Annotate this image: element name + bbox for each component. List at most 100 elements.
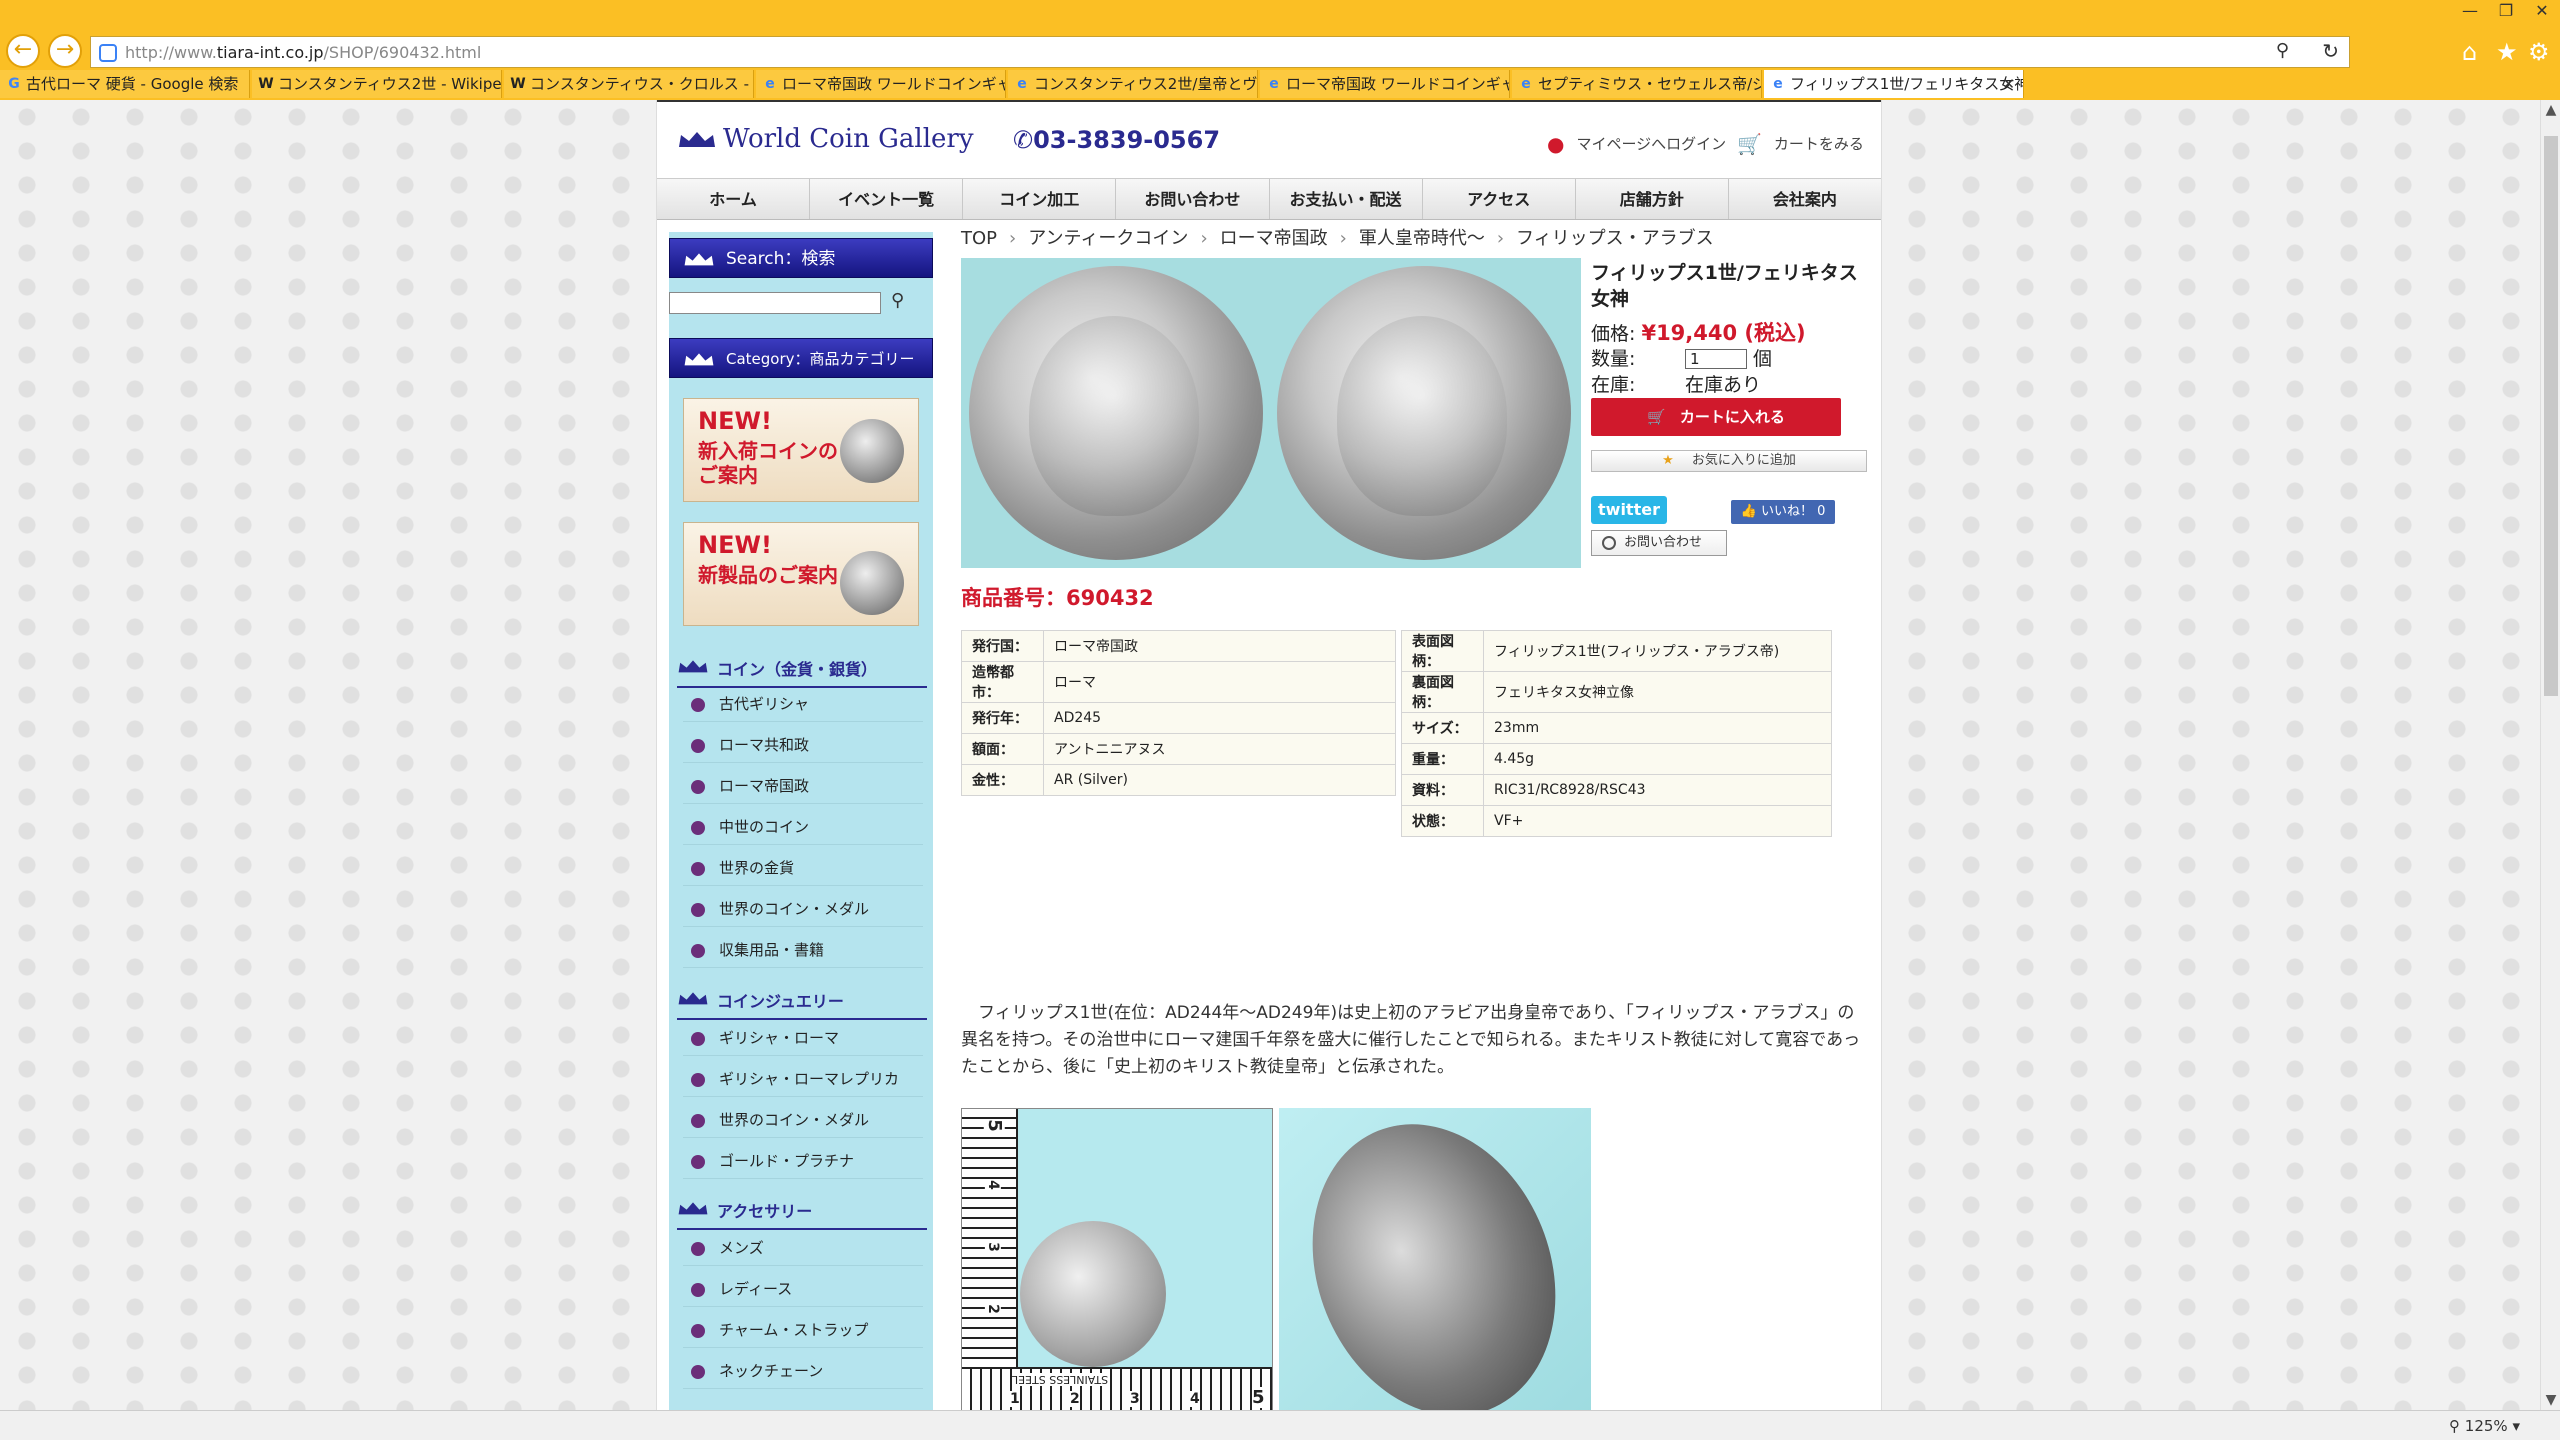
scroll-up-icon[interactable]: ▲ bbox=[2541, 102, 2560, 118]
wikipedia-icon: W bbox=[510, 76, 526, 92]
ruler-label: 3 bbox=[984, 1242, 1001, 1252]
category-coins-heading[interactable]: コイン（金貨・銀貨） bbox=[677, 656, 927, 688]
close-tab-icon[interactable]: ✕ bbox=[2002, 70, 2015, 98]
new-coins-banner[interactable]: NEW! 新入荷コインの ご案内 bbox=[683, 398, 919, 502]
tab-shop-1[interactable]: eローマ帝国政 ワールドコインギャラ... bbox=[756, 70, 1006, 98]
minimize-icon[interactable]: — bbox=[2452, 0, 2488, 22]
search-input[interactable] bbox=[669, 292, 881, 314]
category-item[interactable]: ローマ共和政 bbox=[683, 727, 923, 763]
spec-value: AD245 bbox=[1043, 702, 1396, 734]
tab-shop-3[interactable]: eローマ帝国政 ワールドコインギャラ... bbox=[1260, 70, 1510, 98]
ruler-label: 2 bbox=[1070, 1391, 1080, 1407]
spec-key: サイズ： bbox=[1401, 712, 1484, 744]
category-item[interactable]: 古代ギリシャ bbox=[683, 686, 923, 722]
nav-payment-shipping[interactable]: お支払い・配送 bbox=[1270, 179, 1423, 219]
coin-image bbox=[1279, 1108, 1591, 1410]
category-item[interactable]: ギリシャ・ローマ bbox=[683, 1020, 923, 1056]
banner-new-label: NEW! bbox=[698, 407, 772, 435]
category-item[interactable]: ローマ帝国政 bbox=[683, 768, 923, 804]
product-title: フィリップス1世/フェリキタス女神 bbox=[1591, 262, 1858, 310]
address-bar[interactable]: http://www.tiara-int.co.jp/SHOP/690432.h… bbox=[90, 36, 2350, 68]
category-accessory-heading[interactable]: アクセサリー bbox=[677, 1198, 927, 1230]
bullet-icon bbox=[691, 780, 705, 794]
google-icon: G bbox=[8, 76, 20, 92]
category-item[interactable]: ネックチェーン bbox=[683, 1353, 923, 1389]
site-logo[interactable]: World Coin Gallery bbox=[677, 124, 974, 154]
nav-company[interactable]: 会社案内 bbox=[1729, 179, 1881, 219]
add-favorite-button[interactable]: ★ お気に入りに追加 bbox=[1591, 450, 1867, 472]
scrollbar-thumb[interactable] bbox=[2544, 136, 2558, 696]
global-nav: ホーム イベント一覧 コイン加工 お問い合わせ お支払い・配送 アクセス 店舗方… bbox=[657, 178, 1881, 220]
table-row: 重量： 4.45g bbox=[1401, 743, 1832, 775]
coin-size-photo[interactable]: 5 4 3 2 1 STAINLESS STEEL 1 2 3 4 5 bbox=[961, 1108, 1273, 1410]
category-item[interactable]: メンズ bbox=[683, 1230, 923, 1266]
category-item[interactable]: ギリシャ・ローマレプリカ bbox=[683, 1061, 923, 1097]
quantity-input[interactable]: 1 bbox=[1685, 349, 1747, 369]
nav-events[interactable]: イベント一覧 bbox=[810, 179, 964, 219]
mypage-login-link[interactable]: ● マイページへログイン bbox=[1547, 132, 1726, 156]
category-item[interactable]: 世界のコイン・メダル bbox=[683, 891, 923, 927]
spec-key: 額面： bbox=[961, 733, 1044, 765]
category-item[interactable]: 世界のコイン・メダル bbox=[683, 1102, 923, 1138]
category-item[interactable]: 中世のコイン bbox=[683, 809, 923, 845]
tab-shop-2[interactable]: eコンスタンティウス2世/皇帝とヴィク... bbox=[1008, 70, 1258, 98]
vertical-scrollbar[interactable]: ▲ ▼ bbox=[2540, 100, 2560, 1410]
zoom-level[interactable]: ⚲ 125% ▾ bbox=[2449, 1417, 2520, 1435]
crown-icon bbox=[678, 1202, 708, 1215]
inquiry-button[interactable]: お問い合わせ bbox=[1591, 530, 1727, 556]
tab-shop-4[interactable]: eセプティミウス・セウェルス帝/ジュピ... bbox=[1512, 70, 1762, 98]
home-icon[interactable]: ⌂ bbox=[2462, 38, 2477, 66]
breadcrumb-item[interactable]: アンティークコイン bbox=[1028, 228, 1188, 249]
chevron-right-icon: › bbox=[1496, 228, 1505, 249]
favorites-star-icon[interactable]: ★ bbox=[2496, 38, 2518, 66]
category-item[interactable]: 収集用品・書籍 bbox=[683, 932, 923, 968]
spec-key: 発行国： bbox=[961, 630, 1044, 662]
tab-google[interactable]: G 古代ローマ 硬貨 - Google 検索 bbox=[0, 70, 250, 98]
spec-value: 23mm bbox=[1483, 712, 1832, 744]
tab-wikipedia-2[interactable]: Wコンスタンティウス・クロルス - Wiki... bbox=[504, 70, 754, 98]
search-icon[interactable]: ⚲ bbox=[2276, 40, 2289, 61]
category-item[interactable]: 世界の金貨 bbox=[683, 850, 923, 886]
category-jewelry-heading[interactable]: コインジュエリー bbox=[677, 988, 927, 1020]
close-window-icon[interactable]: ✕ bbox=[2524, 0, 2560, 22]
breadcrumb-item[interactable]: TOP bbox=[961, 228, 997, 249]
search-icon[interactable]: ⚲ bbox=[891, 290, 904, 311]
product-description: フィリップス1世(在位：AD244年～AD249年)は史上初のアラビア出身皇帝で… bbox=[961, 1003, 1861, 1077]
view-cart-link[interactable]: 🛒 カートをみる bbox=[1737, 132, 1864, 156]
category-item[interactable]: レディース bbox=[683, 1271, 923, 1307]
spec-key: 造幣都市： bbox=[961, 661, 1044, 703]
add-to-cart-button[interactable]: 🛒 カートに入れる bbox=[1591, 398, 1841, 436]
product-main-image[interactable] bbox=[961, 258, 1581, 568]
coin-angle-photo[interactable] bbox=[1279, 1108, 1591, 1410]
category-heading: Category：商品カテゴリー bbox=[669, 338, 933, 378]
back-button[interactable]: ← bbox=[6, 34, 40, 68]
nav-store-policy[interactable]: 店舗方針 bbox=[1576, 179, 1729, 219]
refresh-icon[interactable]: ↻ bbox=[2322, 39, 2339, 63]
table-row: 裏面図柄： フェリキタス女神立像 bbox=[1401, 671, 1832, 713]
table-row: 表面図柄： フィリップス1世(フィリップス・アラブス帝) bbox=[1401, 630, 1832, 672]
category-item[interactable]: ゴールド・プラチナ bbox=[683, 1143, 923, 1179]
spec-key: 表面図柄： bbox=[1401, 630, 1484, 672]
nav-coin-processing[interactable]: コイン加工 bbox=[963, 179, 1117, 219]
tab-shop-active[interactable]: e フィリップス1世/フェリキタス女神 ✕ bbox=[1764, 70, 2024, 98]
bullet-icon bbox=[691, 1155, 705, 1169]
bullet-icon bbox=[691, 944, 705, 958]
new-products-banner[interactable]: NEW! 新製品のご案内 bbox=[683, 522, 919, 626]
scroll-down-icon[interactable]: ▼ bbox=[2541, 1392, 2560, 1408]
category-item[interactable]: チャーム・ストラップ bbox=[683, 1312, 923, 1348]
spec-value: アントニニアヌス bbox=[1043, 733, 1396, 765]
stock-label: 在庫: bbox=[1591, 374, 1636, 396]
nav-home[interactable]: ホーム bbox=[657, 179, 811, 219]
restore-icon[interactable]: ❐ bbox=[2488, 0, 2524, 22]
coin-obverse-image bbox=[969, 266, 1263, 560]
nav-access[interactable]: アクセス bbox=[1423, 179, 1576, 219]
facebook-like-button[interactable]: 👍 いいね！ 0 bbox=[1731, 500, 1835, 524]
twitter-button[interactable]: twitter bbox=[1591, 496, 1667, 524]
forward-button[interactable]: → bbox=[48, 34, 82, 68]
tab-wikipedia-1[interactable]: W コンスタンティウス2世 - Wikipedia bbox=[252, 70, 502, 98]
gear-icon[interactable]: ⚙ bbox=[2528, 38, 2550, 66]
nav-contact[interactable]: お問い合わせ bbox=[1116, 179, 1270, 219]
page-icon: e bbox=[765, 76, 775, 92]
breadcrumb-item[interactable]: 軍人皇帝時代～ bbox=[1359, 228, 1485, 249]
breadcrumb-item[interactable]: ローマ帝国政 bbox=[1220, 228, 1328, 249]
